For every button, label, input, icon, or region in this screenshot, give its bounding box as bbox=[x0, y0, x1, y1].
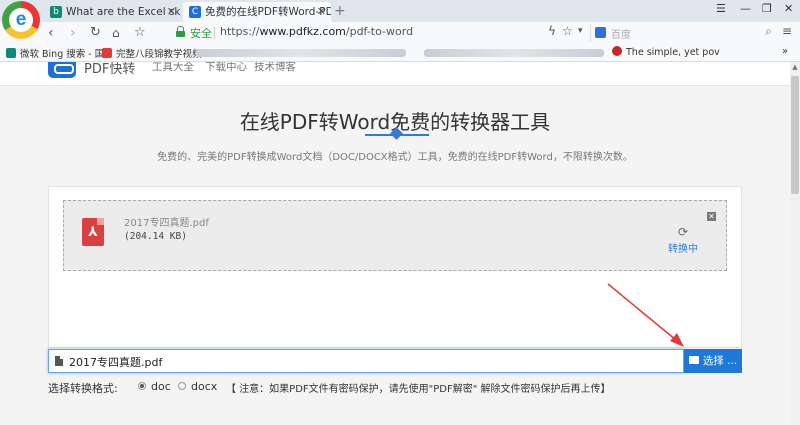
search-icon[interactable]: ⌕ bbox=[765, 24, 772, 39]
option-label: doc bbox=[151, 380, 171, 393]
status-label: 转换中 bbox=[668, 244, 698, 255]
nav-tools[interactable]: 工具大全 bbox=[152, 62, 194, 74]
search-box[interactable]: 百度 ⌕ bbox=[590, 24, 776, 42]
radio-doc[interactable] bbox=[138, 382, 146, 390]
file-drop-zone[interactable]: ⅄ 2017专四真题.pdf (204.14 KB) ✕ ⟳ 转换中 bbox=[63, 200, 727, 271]
site-name[interactable]: PDF快转 bbox=[84, 62, 135, 77]
browser-tab-bar: e b What are the Excel skills? - 国际 ✕ C … bbox=[0, 0, 800, 39]
url-separator bbox=[214, 27, 215, 39]
lock-icon bbox=[176, 26, 185, 38]
format-label: 选择转换格式: bbox=[48, 382, 118, 395]
bookmark-simple[interactable]: The simple, yet pov bbox=[612, 46, 720, 58]
menu-icon[interactable]: ☰ bbox=[716, 2, 726, 15]
url-host: www.pdfkz.com bbox=[259, 25, 346, 38]
forward-icon[interactable]: › bbox=[70, 24, 76, 42]
search-placeholder: 百度 bbox=[611, 30, 631, 41]
minimize-icon[interactable]: — bbox=[740, 2, 751, 15]
site-logo-icon[interactable] bbox=[48, 62, 76, 78]
refresh-icon: ⟳ bbox=[677, 225, 689, 239]
title-divider bbox=[365, 134, 429, 136]
browser-menu-icon[interactable]: ≡ bbox=[782, 24, 792, 38]
option-label: docx bbox=[191, 380, 218, 393]
pdf-file-icon: ⅄ bbox=[82, 218, 104, 246]
tab-close-icon[interactable]: ✕ bbox=[167, 2, 176, 22]
bing-icon bbox=[6, 48, 16, 58]
folder-open-icon bbox=[688, 356, 699, 364]
uploaded-file-name: 2017专四真题.pdf bbox=[124, 218, 209, 229]
tab-title: 免费的在线PDF转Word-PDF在 bbox=[205, 6, 331, 18]
nav-downloads[interactable]: 下载中心 bbox=[205, 62, 247, 74]
uploaded-file-size: (204.14 KB) bbox=[124, 231, 187, 242]
bookmark-label: 微软 Bing 搜索 - 国 bbox=[20, 49, 105, 60]
page-scrollbar[interactable]: ▲ bbox=[790, 62, 800, 425]
url-text: https://www.pdfkz.com/pdf-to-word bbox=[220, 25, 413, 38]
tab-close-icon[interactable]: ✕ bbox=[317, 2, 326, 22]
password-notice: 【 注意：如果PDF文件有密码保护，请先使用"PDF解密" 解除文件密码保护后再… bbox=[226, 384, 611, 395]
browser-logo-icon[interactable]: e bbox=[2, 1, 40, 39]
format-option-docx[interactable]: docx bbox=[178, 380, 217, 393]
choose-file-button[interactable]: 选择 ... bbox=[684, 349, 742, 373]
tab-excel-skills[interactable]: b What are the Excel skills? - 国际 ✕ bbox=[44, 2, 181, 22]
url-field[interactable]: 安全 https://www.pdfkz.com/pdf-to-word bbox=[176, 24, 588, 42]
bookmark-baduanjin[interactable]: 完整八段锦教学视频 bbox=[102, 46, 202, 60]
url-scheme: https:// bbox=[220, 25, 260, 38]
conversion-status: ⟳ 转换中 bbox=[668, 226, 698, 255]
site-header: PDF快转 工具大全 下载中心 技术博客 bbox=[0, 62, 790, 86]
selected-file-value: 2017专四真题.pdf bbox=[69, 356, 163, 369]
back-icon[interactable]: ‹ bbox=[48, 24, 54, 42]
radio-docx[interactable] bbox=[178, 382, 186, 390]
page-content: PDF快转 工具大全 下载中心 技术博客 在线PDF转Word免费的转换器工具 … bbox=[0, 62, 790, 425]
browser-logo-letter: e bbox=[9, 8, 33, 32]
bing-favicon-icon: b bbox=[50, 6, 62, 18]
address-dropdown-icon[interactable]: ▾ bbox=[578, 26, 583, 36]
bookmark-label: The simple, yet pov bbox=[626, 47, 720, 58]
lightning-icon[interactable]: ϟ bbox=[548, 24, 556, 38]
bookmark-star-icon[interactable]: ☆ bbox=[134, 24, 146, 42]
blurred-bookmarks bbox=[196, 49, 406, 57]
upload-panel: ⅄ 2017专四真题.pdf (204.14 KB) ✕ ⟳ 转换中 bbox=[48, 186, 742, 348]
tab-title: What are the Excel skills? - 国际 bbox=[66, 6, 181, 18]
selected-file-input[interactable]: 2017专四真题.pdf bbox=[48, 349, 684, 373]
address-bar: ‹ › ↻ ⌂ ☆ 安全 https://www.pdfkz.com/pdf-t… bbox=[0, 22, 800, 44]
power-icon bbox=[612, 46, 622, 56]
favorite-star-icon[interactable]: ☆ bbox=[562, 24, 573, 38]
remove-file-icon[interactable]: ✕ bbox=[707, 212, 716, 221]
file-icon bbox=[55, 356, 63, 366]
close-window-icon[interactable]: ✕ bbox=[784, 2, 793, 15]
nav-blog[interactable]: 技术博客 bbox=[254, 62, 296, 74]
url-path: /pdf-to-word bbox=[345, 25, 414, 38]
format-option-doc[interactable]: doc bbox=[138, 380, 171, 393]
bookmarks-more-icon[interactable]: » bbox=[782, 46, 788, 57]
maximize-icon[interactable]: ❐ bbox=[762, 2, 772, 15]
video-icon bbox=[102, 48, 112, 58]
reload-icon[interactable]: ↻ bbox=[90, 24, 101, 42]
choose-file-label: 选择 ... bbox=[702, 355, 738, 367]
secure-label: 安全 bbox=[190, 27, 212, 40]
blurred-bookmarks bbox=[424, 49, 604, 57]
bookmarks-bar: 微软 Bing 搜索 - 国 完整八段锦教学视频 The simple, yet… bbox=[0, 44, 800, 62]
tab-pdf-to-word[interactable]: C 免费的在线PDF转Word-PDF在 ✕ bbox=[183, 2, 331, 22]
page-subtitle: 免费的、完美的PDF转换成Word文档（DOC/DOCX格式）工具，免费的在线P… bbox=[157, 152, 633, 163]
bookmark-bing[interactable]: 微软 Bing 搜索 - 国 bbox=[6, 46, 104, 60]
pdfkz-favicon-icon: C bbox=[189, 6, 201, 18]
scroll-thumb[interactable] bbox=[791, 76, 799, 194]
baidu-icon bbox=[595, 27, 606, 38]
new-tab-button[interactable]: + bbox=[334, 2, 346, 20]
scroll-up-icon[interactable]: ▲ bbox=[790, 62, 800, 72]
bookmark-label: 完整八段锦教学视频 bbox=[116, 49, 202, 60]
home-icon[interactable]: ⌂ bbox=[112, 24, 120, 42]
